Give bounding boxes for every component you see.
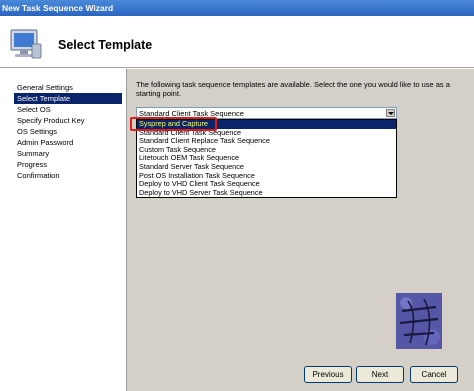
sidebar-item-progress: Progress <box>17 160 48 169</box>
sidebar-item-confirmation: Confirmation <box>17 171 60 180</box>
page-title: Select Template <box>58 38 153 52</box>
sidebar-item-select-os: Select OS <box>17 105 51 114</box>
sidebar-item-admin-password: Admin Password <box>17 138 74 147</box>
sidebar-item-select-template: Select Template <box>14 93 122 104</box>
sidebar-item-summary: Summary <box>17 149 50 158</box>
window-title: New Task Sequence Wizard <box>2 3 114 13</box>
wizard-button-bar: Previous Next Cancel <box>126 360 474 391</box>
chevron-down-icon[interactable] <box>386 109 395 117</box>
sidebar-item-general-settings: General Settings <box>17 83 73 92</box>
next-button[interactable]: Next <box>356 366 404 383</box>
wizard-header: Select Template <box>0 16 474 68</box>
sidebar-item-specify-product-key: Specify Product Key <box>17 116 85 125</box>
intro-text: The following task sequence templates ar… <box>136 80 450 98</box>
window-titlebar: New Task Sequence Wizard <box>0 0 474 16</box>
tech-news-logo <box>396 293 442 349</box>
wizard-sidebar: General Settings Select Template Select … <box>0 69 126 391</box>
previous-button[interactable]: Previous <box>304 366 352 383</box>
computer-monitor-icon <box>10 29 42 59</box>
highlight-callout-box <box>130 117 217 131</box>
cancel-button[interactable]: Cancel <box>410 366 458 383</box>
dropdown-option-deploy-vhd-server[interactable]: Deploy to VHD Server Task Sequence <box>137 188 396 198</box>
wizard-steps-list: General Settings Select Template Select … <box>14 82 122 181</box>
sidebar-item-os-settings: OS Settings <box>17 127 58 136</box>
